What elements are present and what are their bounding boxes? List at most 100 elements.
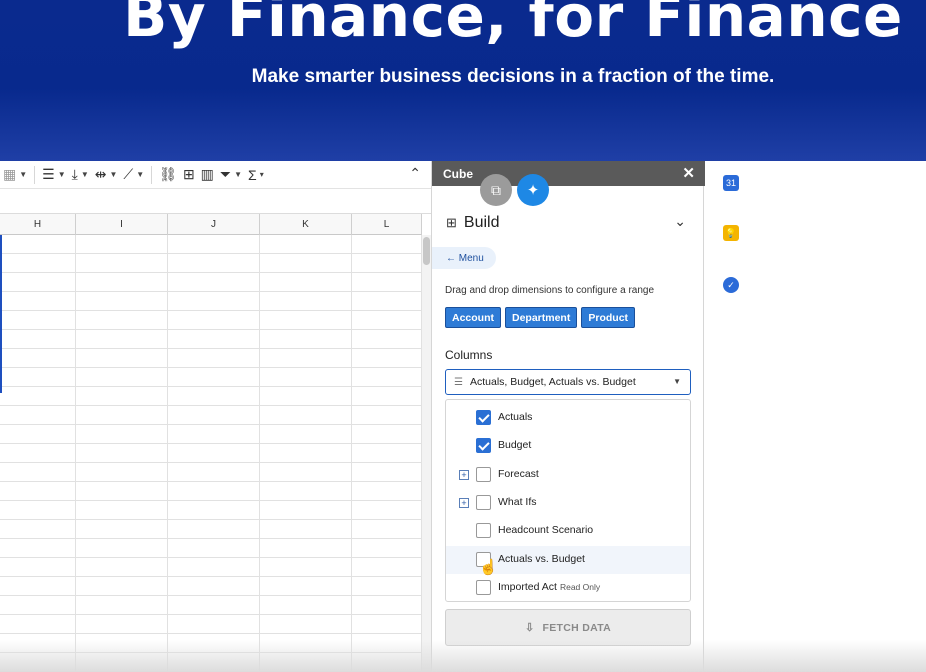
grid-cell[interactable] bbox=[352, 501, 422, 520]
grid-cell[interactable] bbox=[76, 292, 168, 311]
option-what-ifs[interactable]: + What Ifs bbox=[446, 489, 690, 517]
grid-cell[interactable] bbox=[76, 577, 168, 596]
grid-cell[interactable] bbox=[0, 406, 76, 425]
grid-cell[interactable] bbox=[168, 254, 260, 273]
dimension-chip-department[interactable]: Department bbox=[505, 307, 578, 328]
option-actuals[interactable]: Actuals bbox=[446, 404, 690, 432]
grid-cell[interactable] bbox=[260, 349, 352, 368]
menu-back-button[interactable]: ← Menu bbox=[432, 247, 496, 269]
column-header-i[interactable]: I bbox=[76, 214, 168, 235]
grid-cell[interactable] bbox=[352, 254, 422, 273]
grid-cell[interactable] bbox=[168, 425, 260, 444]
grid-cell[interactable] bbox=[76, 273, 168, 292]
grid-cell[interactable] bbox=[352, 273, 422, 292]
grid-cell[interactable] bbox=[168, 235, 260, 254]
text-rotate-button[interactable]: ⟋ ▼ bbox=[120, 161, 147, 189]
column-header-h[interactable]: H bbox=[0, 214, 76, 235]
grid-cell[interactable] bbox=[260, 273, 352, 292]
tasks-icon[interactable]: ✓ bbox=[723, 277, 739, 293]
column-header-l[interactable]: L bbox=[352, 214, 422, 235]
grid-cell[interactable] bbox=[260, 463, 352, 482]
grid-cell[interactable] bbox=[76, 482, 168, 501]
grid-cell[interactable] bbox=[352, 577, 422, 596]
grid-cell[interactable] bbox=[0, 349, 76, 368]
grid-cell[interactable] bbox=[168, 653, 260, 672]
grid-cell[interactable] bbox=[260, 596, 352, 615]
filter-button[interactable]: ⏷ ▼ bbox=[217, 161, 245, 189]
grid-cell[interactable] bbox=[260, 406, 352, 425]
grid-cell[interactable] bbox=[0, 501, 76, 520]
option-forecast[interactable]: + Forecast bbox=[446, 461, 690, 489]
grid-cell[interactable] bbox=[0, 254, 76, 273]
grid-cell[interactable] bbox=[352, 444, 422, 463]
grid-cell[interactable] bbox=[260, 615, 352, 634]
grid-cell[interactable] bbox=[168, 273, 260, 292]
option-budget[interactable]: Budget bbox=[446, 432, 690, 460]
grid-cell[interactable] bbox=[0, 539, 76, 558]
column-header-j[interactable]: J bbox=[168, 214, 260, 235]
grid-cell[interactable] bbox=[260, 482, 352, 501]
grid-cell[interactable] bbox=[0, 653, 76, 672]
grid-cell[interactable] bbox=[0, 520, 76, 539]
borders-button[interactable]: ▦ ▼ bbox=[0, 161, 30, 189]
grid-cell[interactable] bbox=[352, 292, 422, 311]
close-icon[interactable]: ✕ bbox=[682, 164, 695, 182]
grid-cell[interactable] bbox=[352, 520, 422, 539]
text-wrap-button[interactable]: ⇹ ▼ bbox=[92, 161, 121, 189]
grid-cell[interactable] bbox=[168, 349, 260, 368]
vertical-scrollbar[interactable] bbox=[422, 235, 431, 672]
grid-cell[interactable] bbox=[0, 463, 76, 482]
columns-select[interactable]: ☰ Actuals, Budget, Actuals vs. Budget ▼ bbox=[445, 369, 691, 395]
grid-cell[interactable] bbox=[352, 653, 422, 672]
grid-cell[interactable] bbox=[260, 558, 352, 577]
grid-cell[interactable] bbox=[0, 273, 76, 292]
grid-cell[interactable] bbox=[76, 615, 168, 634]
checkbox-forecast[interactable] bbox=[476, 467, 491, 482]
grid-cell[interactable] bbox=[168, 406, 260, 425]
grid-cell[interactable] bbox=[0, 235, 76, 254]
grid-cell[interactable] bbox=[260, 311, 352, 330]
insert-link-button[interactable]: ⛓ bbox=[156, 161, 180, 189]
calendar-icon[interactable]: 31 bbox=[723, 175, 739, 191]
grid-cell[interactable] bbox=[76, 558, 168, 577]
grid-cell[interactable] bbox=[260, 330, 352, 349]
grid-cell[interactable] bbox=[76, 330, 168, 349]
grid-cell[interactable] bbox=[260, 539, 352, 558]
grid-cell[interactable] bbox=[352, 482, 422, 501]
grid-cell[interactable] bbox=[352, 558, 422, 577]
grid-cell[interactable] bbox=[260, 520, 352, 539]
grid-cell[interactable] bbox=[76, 444, 168, 463]
checkbox-imported-act[interactable] bbox=[476, 580, 491, 595]
grid-cell[interactable] bbox=[352, 425, 422, 444]
grid-cell[interactable] bbox=[0, 482, 76, 501]
grid-cell[interactable] bbox=[168, 539, 260, 558]
grid-cell[interactable] bbox=[0, 577, 76, 596]
grid-cell[interactable] bbox=[260, 387, 352, 406]
grid-cell[interactable] bbox=[168, 444, 260, 463]
grid-cell[interactable] bbox=[168, 634, 260, 653]
formula-bar[interactable] bbox=[0, 189, 431, 214]
grid-cell[interactable] bbox=[168, 596, 260, 615]
grid-cell[interactable] bbox=[76, 406, 168, 425]
grid-cell[interactable] bbox=[76, 425, 168, 444]
grid-cell[interactable] bbox=[76, 311, 168, 330]
grid-cell[interactable] bbox=[352, 368, 422, 387]
align-horizontal-button[interactable]: ☰ ▼ bbox=[39, 161, 68, 189]
align-vertical-button[interactable]: ⤓ ▼ bbox=[69, 161, 92, 189]
insert-chart-button[interactable]: ▥ bbox=[198, 161, 217, 189]
grid-cell[interactable] bbox=[260, 577, 352, 596]
grid-cell[interactable] bbox=[76, 349, 168, 368]
grid-cell[interactable] bbox=[352, 615, 422, 634]
build-section-header[interactable]: ⊞ Build ⌄ bbox=[446, 211, 686, 235]
grid-cell[interactable] bbox=[168, 330, 260, 349]
grid-cell[interactable] bbox=[168, 482, 260, 501]
collapse-toolbar-icon[interactable]: ⌃ bbox=[409, 165, 421, 182]
grid-cell[interactable] bbox=[76, 596, 168, 615]
grid-cell[interactable] bbox=[0, 558, 76, 577]
fetch-data-button[interactable]: ⇩ FETCH DATA bbox=[445, 609, 691, 646]
grid-cell[interactable] bbox=[76, 501, 168, 520]
column-header-k[interactable]: K bbox=[260, 214, 352, 235]
grid-cell[interactable] bbox=[76, 634, 168, 653]
grid-cell[interactable] bbox=[76, 387, 168, 406]
grid-cell[interactable] bbox=[0, 292, 76, 311]
